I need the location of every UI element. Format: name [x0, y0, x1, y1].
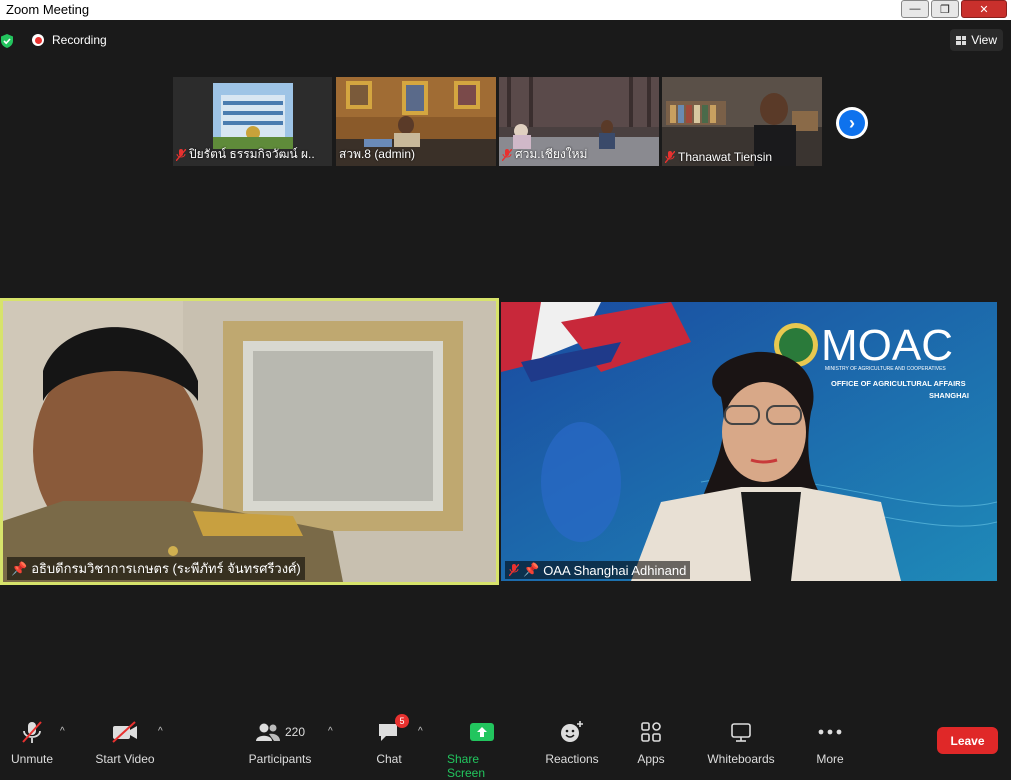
- whiteboards-button[interactable]: Whiteboards: [705, 720, 777, 766]
- mic-muted-icon: [509, 564, 519, 576]
- more-label: More: [816, 752, 844, 766]
- whiteboards-label: Whiteboards: [707, 752, 775, 766]
- window-title-bar: Zoom Meeting — ❐ ✕: [0, 0, 1011, 20]
- pin-icon[interactable]: 📌: [11, 561, 27, 577]
- mic-muted-icon: [665, 151, 675, 163]
- pin-icon[interactable]: 📌: [523, 562, 539, 578]
- more-dots-icon: [818, 729, 842, 735]
- unmute-button[interactable]: Unmute: [10, 720, 54, 766]
- unmute-label: Unmute: [10, 752, 54, 766]
- mic-muted-icon: [502, 148, 512, 161]
- participant-thumbnail[interactable]: สวพ.8 (admin): [336, 77, 496, 166]
- participants-count: 220: [284, 725, 306, 739]
- whiteboard-icon: [731, 723, 751, 742]
- speaker-name-row: 📌 อธิบดีกรมวิชาการเกษตร (ระพีภัทร์ จันทร…: [7, 557, 305, 580]
- minimize-button[interactable]: —: [901, 0, 929, 18]
- participant-name: ศวม.เชียงใหม่: [515, 147, 588, 161]
- moac-logo-text: MOAC: [821, 321, 953, 370]
- close-button[interactable]: ✕: [961, 0, 1007, 18]
- chevron-right-icon: ›: [839, 110, 865, 136]
- participants-button[interactable]: 220 Participants: [248, 720, 312, 766]
- reactions-icon: [561, 721, 583, 742]
- moac-city-text: SHANGHAI: [929, 391, 969, 400]
- apps-button[interactable]: Apps: [636, 720, 666, 766]
- participant-video[interactable]: MOAC MINISTRY OF AGRICULTURE AND COOPERA…: [501, 302, 997, 581]
- moac-ministry-text: MINISTRY OF AGRICULTURE AND COOPERATIVES: [825, 366, 946, 372]
- recording-indicator[interactable]: Recording: [32, 33, 107, 47]
- participant-name: Thanawat Tiensin: [678, 150, 773, 164]
- recording-icon: [32, 34, 44, 46]
- window-title: Zoom Meeting: [6, 2, 90, 17]
- participant-name-row: Thanawat Tiensin: [665, 150, 772, 164]
- video-feed: MOAC MINISTRY OF AGRICULTURE AND COOPERA…: [501, 302, 997, 581]
- active-speaker-video[interactable]: 📌 อธิบดีกรมวิชาการเกษตร (ระพีภัทร์ จันทร…: [0, 298, 499, 585]
- start-video-label: Start Video: [95, 752, 155, 766]
- share-screen-label: Share Screen: [447, 752, 486, 780]
- meeting-header: Recording View: [0, 20, 1011, 62]
- video-feed: [3, 301, 496, 582]
- participant-name-row: ปิยรัตน์ ธรรมกิจวัฒน์ ผ..: [176, 145, 315, 164]
- view-label: View: [971, 33, 997, 47]
- more-button[interactable]: More: [814, 720, 846, 766]
- participant-name-row: ศวม.เชียงใหม่: [502, 145, 587, 164]
- view-button[interactable]: View: [950, 29, 1003, 51]
- meeting-toolbar: Unmute ^ Start Video ^ 220 Participants …: [0, 706, 1011, 780]
- chat-badge: 5: [395, 714, 409, 728]
- recording-label: Recording: [52, 33, 107, 47]
- apps-label: Apps: [637, 752, 665, 766]
- chat-label: Chat: [376, 752, 402, 766]
- reactions-button[interactable]: Reactions: [545, 720, 599, 766]
- apps-icon: [641, 722, 661, 742]
- participant-name: OAA Shanghai Adhinand: [543, 562, 687, 578]
- leave-button[interactable]: Leave: [937, 727, 998, 754]
- participants-options-caret[interactable]: ^: [328, 726, 333, 737]
- participants-icon: [255, 723, 280, 741]
- maximize-button[interactable]: ❐: [931, 0, 959, 18]
- start-video-button[interactable]: Start Video: [95, 720, 155, 766]
- mic-muted-icon: [22, 721, 42, 743]
- participant-thumbnail[interactable]: ปิยรัตน์ ธรรมกิจวัฒน์ ผ..: [173, 77, 332, 166]
- shield-icon[interactable]: [0, 34, 14, 48]
- participants-label: Participants: [248, 752, 312, 766]
- moac-office-text: OFFICE OF AGRICULTURAL AFFAIRS: [831, 379, 966, 388]
- reactions-label: Reactions: [545, 752, 599, 766]
- chat-button[interactable]: 5 Chat: [374, 714, 409, 766]
- video-options-caret[interactable]: ^: [158, 726, 163, 737]
- speaker-name: อธิบดีกรมวิชาการเกษตร (ระพีภัทร์ จันทรศร…: [31, 561, 301, 576]
- participant-name: ปิยรัตน์ ธรรมกิจวัฒน์ ผ..: [189, 147, 315, 161]
- participant-thumbnail[interactable]: ศวม.เชียงใหม่: [499, 77, 659, 166]
- participant-thumbnail[interactable]: Thanawat Tiensin: [662, 77, 822, 166]
- share-screen-icon: [470, 723, 494, 741]
- participant-name-row: 📌 OAA Shanghai Adhinand: [505, 561, 691, 579]
- audio-options-caret[interactable]: ^: [60, 726, 65, 737]
- next-page-button[interactable]: ›: [836, 107, 868, 139]
- participant-name-row: สวพ.8 (admin): [339, 145, 415, 164]
- mic-muted-icon: [176, 148, 186, 161]
- video-off-icon: [112, 721, 137, 743]
- participant-name: สวพ.8 (admin): [339, 147, 415, 161]
- share-screen-button[interactable]: Share Screen: [447, 720, 517, 780]
- chat-options-caret[interactable]: ^: [418, 726, 423, 737]
- grid-view-icon: [956, 35, 967, 45]
